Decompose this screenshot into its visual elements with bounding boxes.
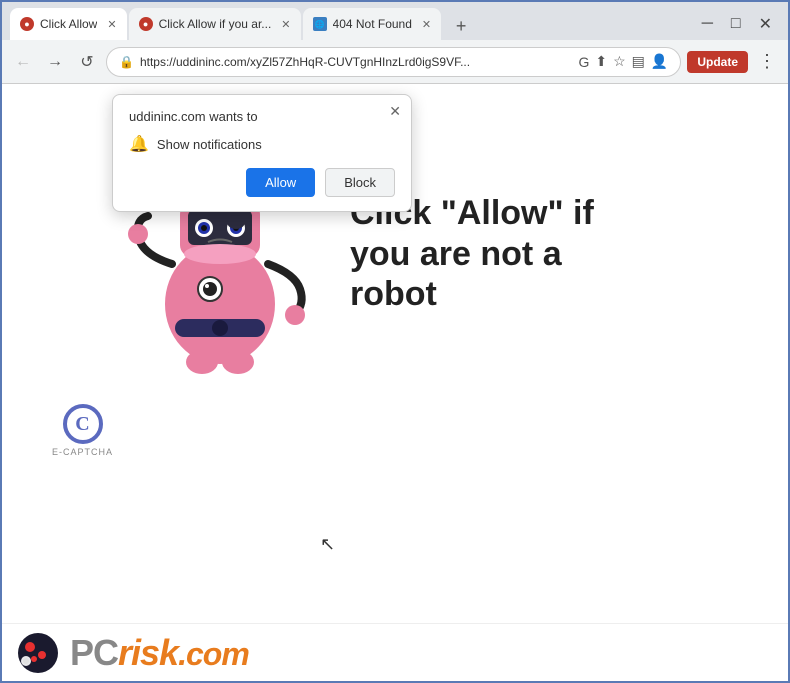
- popup-buttons: Allow Block: [129, 168, 395, 197]
- pcrisk-footer: PCrisk.com: [2, 623, 788, 681]
- profile-icon[interactable]: 👤: [651, 53, 668, 70]
- page-content: ✕ uddininc.com wants to 🔔 Show notificat…: [2, 84, 788, 681]
- minimize-button[interactable]: ─: [694, 13, 721, 35]
- back-button[interactable]: ←: [10, 49, 36, 75]
- ecaptcha-area: C E-CAPTCHA: [52, 404, 113, 457]
- tab1-favicon: ●: [20, 17, 34, 31]
- notification-popup: ✕ uddininc.com wants to 🔔 Show notificat…: [112, 94, 412, 212]
- tab-2[interactable]: ● Click Allow if you ar... ✕: [129, 8, 301, 40]
- tab2-close[interactable]: ✕: [281, 18, 290, 31]
- tab1-title: Click Allow: [40, 17, 97, 31]
- url-bar[interactable]: 🔒 https://uddininc.com/xyZl57ZhHqR-CUVTg…: [106, 47, 681, 77]
- risk-text: risk: [118, 632, 178, 673]
- update-button[interactable]: Update: [687, 51, 748, 73]
- reload-button[interactable]: ↺: [74, 49, 100, 75]
- ecaptcha-logo: C: [63, 404, 103, 444]
- ecaptcha-label: E-CAPTCHA: [52, 447, 113, 457]
- allow-button[interactable]: Allow: [246, 168, 315, 197]
- browser-window: ● Click Allow ✕ ● Click Allow if you ar.…: [0, 0, 790, 683]
- popup-title: uddininc.com wants to: [129, 109, 395, 124]
- url-text: https://uddininc.com/xyZl57ZhHqR-CUVTgnH…: [140, 55, 573, 69]
- forward-button[interactable]: →: [42, 49, 68, 75]
- tab3-close[interactable]: ✕: [422, 18, 431, 31]
- tab1-close[interactable]: ✕: [107, 18, 116, 31]
- url-icons: G ⬆ ☆ ▤ 👤: [578, 53, 668, 70]
- lock-icon: 🔒: [119, 55, 134, 69]
- bell-icon: 🔔: [129, 134, 149, 154]
- share-icon[interactable]: ⬆: [595, 53, 607, 70]
- tab2-favicon: ●: [139, 17, 153, 31]
- pc-text: PC: [70, 632, 118, 673]
- tab3-favicon: 🌐: [313, 17, 327, 31]
- com-text: .com: [178, 636, 249, 672]
- tab-3[interactable]: 🌐 404 Not Found ✕: [303, 8, 442, 40]
- pcrisk-logo-icon: [16, 631, 60, 675]
- google-icon[interactable]: G: [578, 54, 589, 70]
- maximize-button[interactable]: □: [723, 13, 749, 35]
- pcrisk-brand-text: PCrisk.com: [70, 632, 249, 674]
- window-controls: ─ □ ✕: [694, 12, 780, 40]
- star-icon[interactable]: ☆: [613, 53, 626, 70]
- new-tab-button[interactable]: +: [447, 12, 475, 40]
- tab-1[interactable]: ● Click Allow ✕: [10, 8, 127, 40]
- block-button[interactable]: Block: [325, 168, 395, 197]
- tab2-title: Click Allow if you ar...: [159, 17, 272, 31]
- popup-close-button[interactable]: ✕: [389, 103, 401, 120]
- notification-row: 🔔 Show notifications: [129, 134, 395, 154]
- tab3-title: 404 Not Found: [333, 17, 412, 31]
- address-bar: ← → ↺ 🔒 https://uddininc.com/xyZl57ZhHqR…: [2, 40, 788, 84]
- menu-button[interactable]: ⋮: [754, 49, 780, 74]
- close-button[interactable]: ✕: [751, 12, 780, 36]
- reader-icon[interactable]: ▤: [632, 53, 645, 70]
- notification-label: Show notifications: [157, 137, 262, 152]
- tab-bar: ● Click Allow ✕ ● Click Allow if you ar.…: [2, 2, 788, 40]
